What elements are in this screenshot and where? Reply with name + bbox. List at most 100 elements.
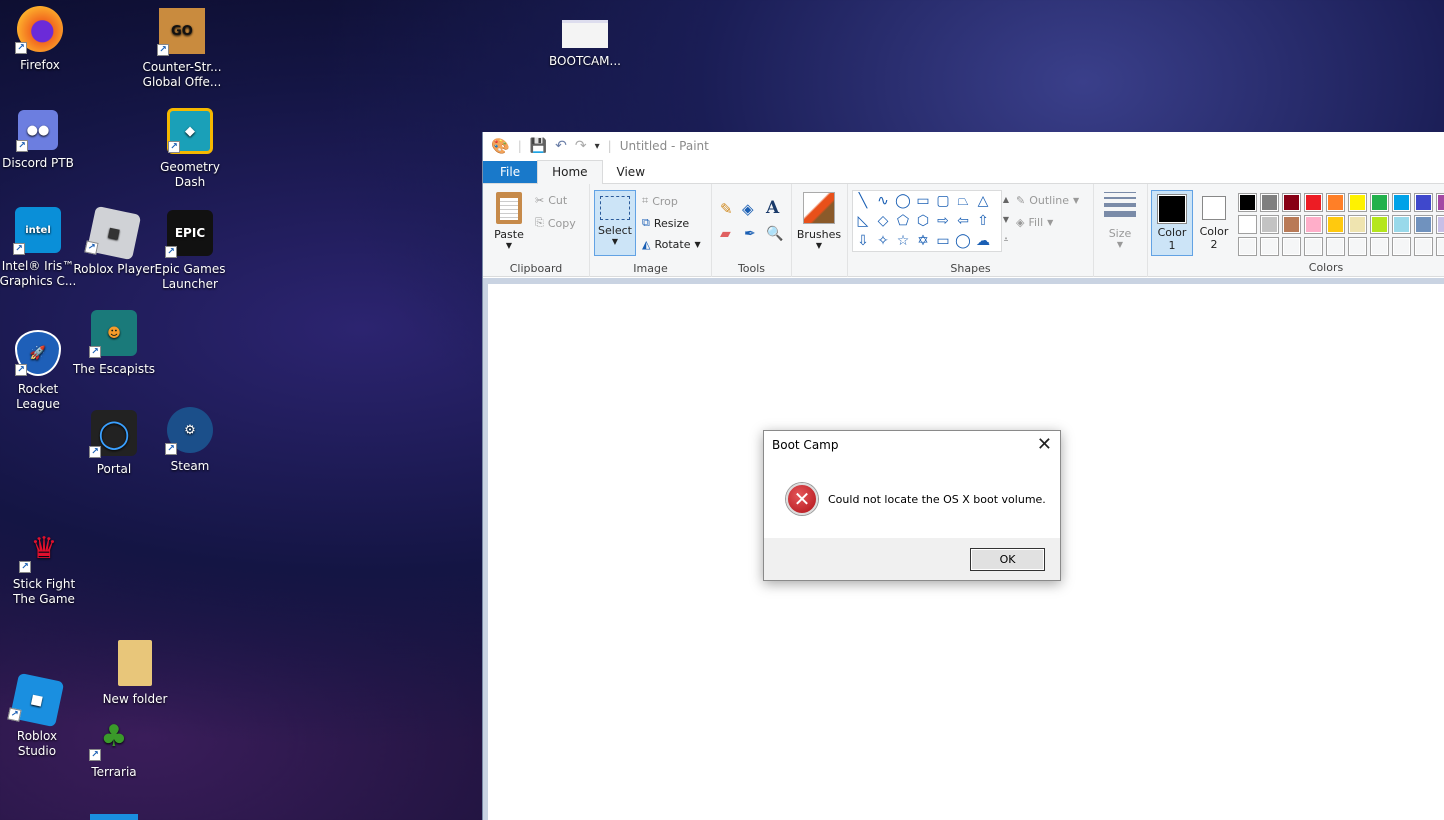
color-picker-icon[interactable]: ✒ [744, 226, 756, 242]
partial-desktop-icon[interactable] [90, 814, 138, 820]
desktop-icon-new-folder[interactable]: New folder [90, 640, 180, 707]
palette-swatch[interactable] [1282, 215, 1301, 234]
shape-tool[interactable]: ▢ [933, 191, 953, 211]
custom-color-slot[interactable] [1348, 237, 1367, 256]
shape-tool[interactable]: ⏢ [953, 191, 973, 211]
redo-icon[interactable]: ↷ [575, 138, 587, 154]
shape-tool[interactable]: ▭ [933, 231, 953, 251]
crop-button[interactable]: ⌗ Crop [642, 194, 678, 208]
shape-tool[interactable]: ◺ [853, 211, 873, 231]
intel-icon: intel ↗ [13, 207, 61, 255]
shape-tool[interactable]: ✧ [873, 231, 893, 251]
shape-tool[interactable]: ◇ [873, 211, 893, 231]
fill-bucket-icon[interactable]: ◈ [742, 200, 754, 218]
palette-swatch[interactable] [1392, 215, 1411, 234]
custom-color-slot[interactable] [1436, 237, 1444, 256]
shape-tool[interactable]: ⇩ [853, 231, 873, 251]
shape-tool[interactable]: ⇨ [933, 211, 953, 231]
desktop-icon-geometry-dash[interactable]: ◆ ↗ Geometry Dash [145, 108, 235, 190]
desktop-icon-bootcamp[interactable]: BOOTCAM... [540, 20, 630, 69]
portal-icon: ◯ ↗ [89, 410, 137, 458]
shape-tool[interactable]: ◯ [953, 231, 973, 251]
custom-color-slot[interactable] [1392, 237, 1411, 256]
discord-icon: ●● ↗ [16, 110, 58, 152]
shape-tool[interactable]: ✡ [913, 231, 933, 251]
custom-color-slot[interactable] [1414, 237, 1433, 256]
fill-button[interactable]: ◈ Fill ▼ [1016, 216, 1053, 229]
shape-tool[interactable]: ⇧ [973, 211, 993, 231]
color1-button[interactable]: Color 1 [1151, 190, 1193, 256]
palette-swatch[interactable] [1436, 215, 1444, 234]
desktop-icon-terraria[interactable]: ♣ ↗ Terraria [69, 713, 159, 780]
palette-swatch[interactable] [1436, 193, 1444, 212]
palette-swatch[interactable] [1414, 215, 1433, 234]
pencil-icon[interactable]: ✎ [720, 200, 733, 218]
shape-tool[interactable]: △ [973, 191, 993, 211]
desktop-icon-epic[interactable]: EPIC ↗ Epic Games Launcher [145, 210, 235, 292]
desktop-icon-steam[interactable]: ⚙ ↗ Steam [145, 407, 235, 474]
shape-tool[interactable]: ☆ [893, 231, 913, 251]
tab-file[interactable]: File [483, 161, 538, 183]
palette-swatch[interactable] [1260, 193, 1279, 212]
icon-label: Rocket [17, 382, 59, 396]
custom-color-slot[interactable] [1370, 237, 1389, 256]
palette-swatch[interactable] [1326, 215, 1345, 234]
custom-color-slot[interactable] [1304, 237, 1323, 256]
shape-tool[interactable]: ▭ [913, 191, 933, 211]
shape-tool[interactable]: ⬡ [913, 211, 933, 231]
copy-button[interactable]: ⎘ Copy [535, 216, 576, 230]
undo-icon[interactable]: ↶ [555, 138, 567, 154]
custom-color-slot[interactable] [1260, 237, 1279, 256]
shape-tool[interactable]: ∿ [873, 191, 893, 211]
custom-color-slot[interactable] [1282, 237, 1301, 256]
customize-quick-access-icon[interactable]: ▾ [595, 141, 600, 152]
outline-button[interactable]: ✎ Outline ▼ [1016, 194, 1079, 207]
tab-view[interactable]: View [603, 161, 659, 183]
shape-tool[interactable]: ⬠ [893, 211, 913, 231]
shape-tool[interactable]: ╲ [853, 191, 873, 211]
size-button[interactable]: Size ▼ [1100, 192, 1140, 249]
palette-swatch[interactable] [1392, 193, 1411, 212]
paint-app-icon: 🎨 [491, 137, 510, 155]
paste-button[interactable]: Paste ▼ [491, 192, 527, 250]
palette-swatch[interactable] [1370, 193, 1389, 212]
palette-swatch[interactable] [1348, 215, 1367, 234]
palette-swatch[interactable] [1238, 193, 1257, 212]
resize-button[interactable]: ⧉ Resize [642, 216, 689, 230]
eraser-icon[interactable]: ▰ [720, 226, 731, 242]
gallery-scroll[interactable]: ▲ ▼ ⩡ [1001, 190, 1011, 252]
shape-tool[interactable]: ☁ [973, 231, 993, 251]
palette-swatch[interactable] [1260, 215, 1279, 234]
palette-swatch[interactable] [1326, 193, 1345, 212]
fill-icon: ◈ [1016, 216, 1025, 229]
custom-color-slot[interactable] [1326, 237, 1345, 256]
shape-tool[interactable]: ⇦ [953, 211, 973, 231]
text-icon[interactable]: A [766, 198, 779, 218]
palette-swatch[interactable] [1238, 215, 1257, 234]
palette-swatch[interactable] [1304, 193, 1323, 212]
brushes-button[interactable]: Brushes ▼ [796, 192, 842, 250]
palette-swatch[interactable] [1282, 193, 1301, 212]
save-icon[interactable]: 💾 [530, 138, 547, 154]
color2-number: 2 [1210, 238, 1218, 251]
tab-home[interactable]: Home [537, 160, 603, 184]
desktop-icon-firefox[interactable]: ↗ Firefox [0, 6, 85, 73]
palette-swatch[interactable] [1304, 215, 1323, 234]
desktop-icon-stick-fight[interactable]: ♛ ↗ Stick Fight The Game [0, 525, 89, 607]
color2-button[interactable]: Color 2 [1193, 190, 1235, 256]
desktop-icon-discord[interactable]: ●● ↗ Discord PTB [0, 110, 83, 171]
rotate-button[interactable]: ◭ Rotate ▼ [642, 238, 701, 251]
palette-swatch[interactable] [1348, 193, 1367, 212]
palette-swatch[interactable] [1370, 215, 1389, 234]
magnifier-icon[interactable]: 🔍 [766, 226, 783, 242]
close-icon[interactable]: ✕ [1037, 434, 1052, 455]
cut-button[interactable]: ✂ Cut [535, 194, 567, 207]
custom-color-slot[interactable] [1238, 237, 1257, 256]
shapes-gallery[interactable]: ╲ ∿ ◯ ▭ ▢ ⏢ △ ◺ ◇ ⬠ ⬡ ⇨ ⇦ ⇧ ⇩ ✧ ☆ ✡ ▭ ◯ ☁ [852, 190, 1002, 252]
select-button[interactable]: Select ▼ [594, 190, 636, 256]
desktop-icon-escapists[interactable]: ☻ ↗ The Escapists [69, 310, 159, 377]
shape-tool[interactable]: ◯ [893, 191, 913, 211]
ok-button[interactable]: OK [970, 548, 1045, 571]
desktop-icon-csgo[interactable]: GO ↗ Counter-Str... Global Offe... [137, 8, 227, 90]
palette-swatch[interactable] [1414, 193, 1433, 212]
